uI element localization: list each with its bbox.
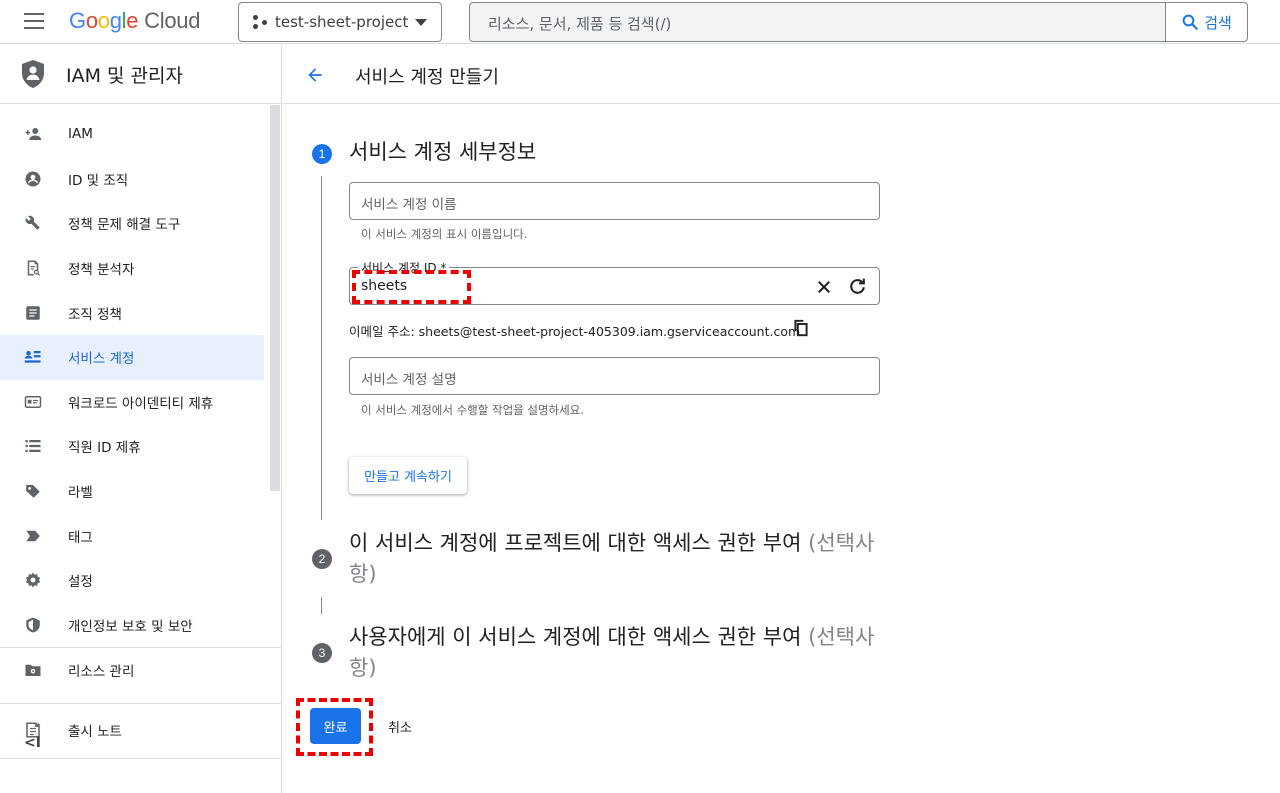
service-account-name-placeholder: 서비스 계정 이름 xyxy=(361,197,457,213)
account-circle-icon xyxy=(24,170,42,188)
service-account-id-value[interactable]: sheets xyxy=(361,278,407,294)
google-cloud-logo[interactable]: Google Cloud xyxy=(69,8,200,34)
service-account-description-hint: 이 서비스 계정에서 수행할 작업을 설명하세요. xyxy=(361,403,584,417)
service-account-email: 이메일 주소: sheets@test-sheet-project-405309… xyxy=(349,324,801,339)
sidebar-item-label: 조직 정책 xyxy=(68,306,122,323)
logo-letter: o xyxy=(97,8,110,33)
sidebar-item-iam[interactable]: IAM xyxy=(0,112,264,157)
shield-icon xyxy=(24,616,42,634)
caret-down-icon xyxy=(415,19,427,26)
service-account-icon xyxy=(24,348,42,366)
sidebar-item-labels[interactable]: 라벨 xyxy=(0,469,264,514)
person-add-icon xyxy=(24,125,42,143)
sidebar-item-org-policies[interactable]: 조직 정책 xyxy=(0,290,264,335)
sidebar-item-label: IAM xyxy=(68,126,93,143)
sidebar-scrollbar[interactable] xyxy=(270,105,280,491)
sidebar-item-label: 라벨 xyxy=(68,485,93,502)
wrench-icon xyxy=(24,214,42,232)
sidebar-item-label: 직원 ID 제휴 xyxy=(68,440,141,457)
step-3-title[interactable]: 사용자에게 이 서비스 계정에 대한 액세스 권한 부여 (선택사항) xyxy=(349,622,889,684)
sidebar-item-label: 태그 xyxy=(68,529,93,546)
list-document-icon xyxy=(24,304,42,322)
tag-icon xyxy=(24,527,42,545)
clear-icon[interactable] xyxy=(815,278,833,300)
service-account-id-field[interactable]: 서비스 계정 ID * sheets xyxy=(349,259,880,305)
sidebar-item-label: 설정 xyxy=(68,574,93,591)
step-2-title[interactable]: 이 서비스 계정에 프로젝트에 대한 액세스 권한 부여 (선택사항) xyxy=(349,528,889,590)
step-1-title: 서비스 계정 세부정보 xyxy=(349,137,889,168)
sidebar-item-label: 정책 문제 해결 도구 xyxy=(68,217,181,234)
sidebar-item-resource-manager[interactable]: 리소스 관리 xyxy=(0,648,264,693)
document-search-icon xyxy=(24,259,42,277)
sidebar: IAM 및 관리자 IAM ID 및 조직 정책 문제 해결 도구 정책 분석자… xyxy=(0,45,282,793)
sidebar-item-label: 정책 분석자 xyxy=(68,262,135,279)
sidebar-item-service-accounts[interactable]: 서비스 계정 xyxy=(0,334,264,380)
sidebar-header: IAM 및 관리자 xyxy=(0,45,281,104)
search-bar[interactable]: 리소스, 문서, 제품 등 검색(/) 검색 xyxy=(469,2,1248,42)
step-1-number: 1 xyxy=(312,144,332,164)
sidebar-item-label: 개인정보 보호 및 보안 xyxy=(68,618,193,635)
done-button[interactable]: 완료 xyxy=(310,708,361,744)
logo-product: Cloud xyxy=(144,8,201,33)
sidebar-divider xyxy=(0,702,282,704)
search-button-label: 검색 xyxy=(1204,13,1232,32)
search-button[interactable]: 검색 xyxy=(1165,3,1247,41)
copy-icon[interactable] xyxy=(793,319,809,341)
create-and-continue-button[interactable]: 만들고 계속하기 xyxy=(349,457,467,494)
service-account-name-hint: 이 서비스 계정의 표시 이름입니다. xyxy=(361,227,528,241)
folder-gear-icon xyxy=(24,661,42,679)
page-title: 서비스 계정 만들기 xyxy=(355,67,499,88)
sidebar-item-policy-analyzer[interactable]: 정책 분석자 xyxy=(0,246,264,291)
step-connector xyxy=(321,597,322,614)
id-card-icon xyxy=(24,393,42,411)
back-arrow-icon[interactable] xyxy=(305,65,325,89)
sidebar-item-policy-troubleshooter[interactable]: 정책 문제 해결 도구 xyxy=(0,201,264,246)
project-dots-icon xyxy=(253,15,267,29)
main-menu-icon[interactable] xyxy=(24,13,44,29)
list-icon xyxy=(24,437,42,455)
step-title-text: 이 서비스 계정에 프로젝트에 대한 액세스 권한 부여 xyxy=(349,531,802,555)
sidebar-item-identity-org[interactable]: ID 및 조직 xyxy=(0,157,264,202)
project-name: test-sheet-project xyxy=(275,13,409,31)
service-account-id-label: 서비스 계정 ID * xyxy=(358,259,450,276)
logo-letter: o xyxy=(85,8,98,33)
page-header: 서비스 계정 만들기 xyxy=(283,45,1280,104)
logo-letter: G xyxy=(69,8,86,33)
sidebar-item-label: 리소스 관리 xyxy=(68,664,135,681)
sidebar-title: IAM 및 관리자 xyxy=(66,64,183,87)
sidebar-item-label: 워크로드 아이덴티티 제휴 xyxy=(68,395,214,412)
top-bar: Google Cloud test-sheet-project 리소스, 문서, … xyxy=(0,0,1280,44)
label-icon xyxy=(24,482,42,500)
step-title-text: 사용자에게 이 서비스 계정에 대한 액세스 권한 부여 xyxy=(349,625,802,649)
sidebar-item-workforce-identity[interactable]: 직원 ID 제휴 xyxy=(0,424,264,469)
search-input[interactable]: 리소스, 문서, 제품 등 검색(/) xyxy=(488,13,671,34)
refresh-icon[interactable] xyxy=(848,277,867,300)
sidebar-item-tags[interactable]: 태그 xyxy=(0,513,264,558)
sidebar-item-workload-identity[interactable]: 워크로드 아이덴티티 제휴 xyxy=(0,380,264,425)
sidebar-item-settings[interactable]: 설정 xyxy=(0,558,264,603)
sidebar-item-label: ID 및 조직 xyxy=(68,172,129,189)
sidebar-divider xyxy=(0,758,282,760)
gear-icon xyxy=(24,571,42,589)
cancel-button[interactable]: 취소 xyxy=(382,708,418,744)
project-selector[interactable]: test-sheet-project xyxy=(238,2,442,42)
logo-letter: g xyxy=(109,8,122,33)
search-icon xyxy=(1182,14,1198,30)
step-2-number: 2 xyxy=(312,549,332,569)
collapse-sidebar-button[interactable]: <I xyxy=(24,735,41,751)
sidebar-item-label: 출시 노트 xyxy=(68,724,122,741)
step-title-text: 서비스 계정 세부정보 xyxy=(349,140,537,164)
sidebar-item-privacy-security[interactable]: 개인정보 보호 및 보안 xyxy=(0,603,264,648)
iam-shield-icon xyxy=(22,60,44,88)
sidebar-item-label: 서비스 계정 xyxy=(68,351,135,368)
logo-letter: e xyxy=(126,8,139,33)
service-account-name-field[interactable]: 서비스 계정 이름 xyxy=(349,182,880,220)
step-3-number: 3 xyxy=(312,643,332,663)
service-account-description-field[interactable]: 서비스 계정 설명 xyxy=(349,357,880,395)
step-connector xyxy=(321,176,322,520)
service-account-description-placeholder: 서비스 계정 설명 xyxy=(361,372,457,388)
